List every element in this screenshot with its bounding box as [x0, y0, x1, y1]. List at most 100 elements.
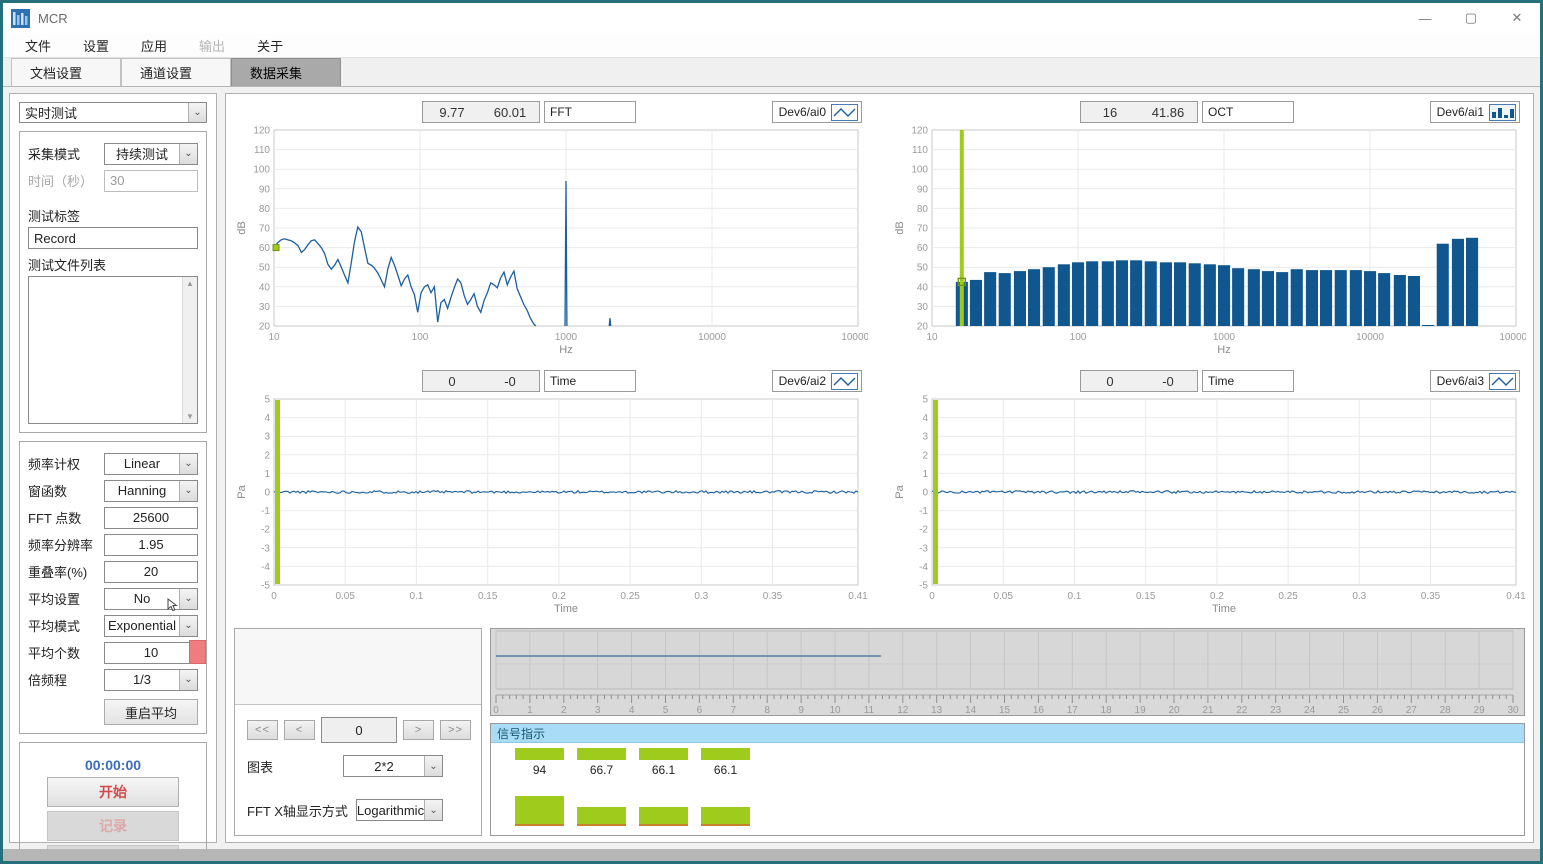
svg-text:0.41: 0.41: [1506, 591, 1526, 602]
scroll-down-icon[interactable]: ▼: [186, 412, 194, 421]
param-select[interactable]: Exponential⌄: [104, 615, 198, 637]
chevron-down-icon[interactable]: ⌄: [424, 800, 442, 820]
acq-mode-select[interactable]: 持续测试 ⌄: [104, 143, 198, 165]
app-icon: [11, 9, 30, 28]
svg-text:20: 20: [259, 322, 271, 333]
chevron-down-icon[interactable]: ⌄: [188, 103, 206, 122]
run-control-group: 00:00:00 开始 记录 停止: [19, 742, 207, 849]
file-list-scrollbar[interactable]: ▲▼: [182, 277, 197, 423]
param-select[interactable]: Linear⌄: [104, 453, 198, 475]
svg-text:-4: -4: [261, 562, 270, 573]
sidebar-panel: 实时测试 ⌄ 采集模式 持续测试 ⌄ 时间（秒） 30 测试标签 Record …: [9, 93, 217, 843]
signal-level-wrap: [577, 777, 626, 835]
test-type-select[interactable]: 实时测试 ⌄: [19, 102, 207, 123]
svg-text:30: 30: [1507, 705, 1519, 715]
chevron-down-icon[interactable]: ⌄: [179, 481, 197, 501]
record-button: 记录: [47, 811, 179, 841]
param-select[interactable]: 1/3⌄: [104, 669, 198, 691]
chevron-down-icon[interactable]: ⌄: [179, 589, 197, 609]
test-file-list[interactable]: ▲▼: [28, 276, 198, 424]
chart-plot-3[interactable]: -5-4-3-2-101234500.050.10.150.20.250.30.…: [234, 393, 868, 615]
line-chart-icon: [831, 104, 858, 121]
svg-text:0.35: 0.35: [763, 591, 783, 602]
chart-plot-2[interactable]: 2030405060708090100110120101001000100001…: [892, 124, 1526, 356]
menu-item-3[interactable]: 应用: [125, 33, 183, 58]
bar-chart-icon: [1489, 104, 1516, 121]
param-select[interactable]: No⌄: [104, 588, 198, 610]
test-label-input[interactable]: Record: [28, 227, 198, 249]
svg-text:50: 50: [259, 263, 271, 274]
chart-plot-1[interactable]: 2030405060708090100110120101001000100001…: [234, 124, 868, 356]
svg-text:6: 6: [697, 705, 703, 715]
svg-text:50: 50: [917, 263, 929, 274]
signal-value: 94: [515, 760, 564, 777]
cursor-y-value: -0: [1139, 371, 1197, 391]
menu-item-2[interactable]: 设置: [67, 33, 125, 58]
start-button[interactable]: 开始: [47, 777, 179, 807]
chevron-down-icon[interactable]: ⌄: [179, 144, 197, 164]
svg-text:12: 12: [897, 705, 909, 715]
param-input[interactable]: 20: [104, 561, 198, 583]
page-next-button[interactable]: >: [403, 720, 434, 740]
close-button[interactable]: ✕: [1494, 3, 1540, 33]
chevron-down-icon[interactable]: ⌄: [179, 616, 197, 636]
page-prev-button[interactable]: <: [284, 720, 315, 740]
fft-axis-select[interactable]: Logarithmic ⌄: [356, 799, 443, 821]
param-row-4: 频率分辨率1.95: [28, 531, 198, 558]
param-select[interactable]: Hanning⌄: [104, 480, 198, 502]
param-input[interactable]: 10: [104, 642, 198, 664]
tab-3[interactable]: 数据采集: [231, 58, 341, 86]
param-input[interactable]: 25600: [104, 507, 198, 529]
chevron-down-icon[interactable]: ⌄: [179, 454, 197, 474]
signal-value: 66.7: [577, 760, 626, 777]
svg-text:-1: -1: [919, 506, 928, 517]
cursor-x-value: 0: [1081, 371, 1139, 391]
restart-average-button[interactable]: 重启平均: [104, 699, 198, 725]
chart-layout-select[interactable]: 2*2 ⌄: [343, 755, 443, 777]
svg-text:1: 1: [264, 469, 270, 480]
menu-item-1[interactable]: 文件: [9, 33, 67, 58]
page-number-box[interactable]: 0: [321, 717, 397, 743]
svg-text:0.25: 0.25: [1278, 591, 1298, 602]
channel-selector[interactable]: Dev6/ai1: [1430, 101, 1520, 123]
param-value: 1/3: [105, 670, 179, 690]
param-label: 频率计权: [28, 454, 104, 473]
maximize-button[interactable]: ▢: [1448, 3, 1494, 33]
channel-selector[interactable]: Dev6/ai0: [772, 101, 862, 123]
svg-text:5: 5: [663, 705, 669, 715]
minimize-button[interactable]: —: [1402, 3, 1448, 33]
page-first-button[interactable]: <<: [247, 720, 278, 740]
signal-level-wrap: [701, 777, 750, 835]
chart-plot-4[interactable]: -5-4-3-2-101234500.050.10.150.20.250.30.…: [892, 393, 1526, 615]
timer-display: 00:00:00: [28, 757, 198, 773]
tab-2[interactable]: 通道设置: [121, 58, 231, 86]
svg-text:20: 20: [1168, 705, 1180, 715]
chart-name-input[interactable]: FFT: [544, 101, 636, 123]
svg-text:100000: 100000: [841, 332, 868, 343]
scroll-up-icon[interactable]: ▲: [186, 279, 194, 288]
svg-text:120: 120: [253, 126, 270, 137]
signal-top-bar: [577, 748, 626, 760]
channel-selector[interactable]: Dev6/ai3: [1430, 370, 1520, 392]
svg-text:100: 100: [253, 165, 270, 176]
cursor-readout: 1641.86: [1080, 101, 1198, 123]
chart-name-input[interactable]: OCT: [1202, 101, 1294, 123]
chart-name-input[interactable]: Time: [1202, 370, 1294, 392]
record-timeline[interactable]: 0123456789101112131415161718192021222324…: [490, 628, 1525, 716]
param-input[interactable]: 1.95: [104, 534, 198, 556]
svg-text:0.05: 0.05: [993, 591, 1013, 602]
line-chart-icon: [831, 373, 858, 390]
chart-header: 1641.86OCT Dev6/ai1: [892, 100, 1526, 124]
analysis-params-group: 频率计权Linear⌄窗函数Hanning⌄FFT 点数25600频率分辨率1.…: [19, 441, 207, 734]
svg-text:70: 70: [917, 224, 929, 235]
test-label-caption: 测试标签: [28, 206, 198, 225]
chart-name-input[interactable]: Time: [544, 370, 636, 392]
chevron-down-icon[interactable]: ⌄: [424, 756, 442, 776]
tab-1[interactable]: 文档设置: [11, 58, 121, 86]
svg-text:11: 11: [864, 705, 875, 715]
page-last-button[interactable]: >>: [440, 720, 471, 740]
chevron-down-icon[interactable]: ⌄: [179, 670, 197, 690]
channel-selector[interactable]: Dev6/ai2: [772, 370, 862, 392]
svg-text:1: 1: [527, 705, 533, 715]
menu-item-5[interactable]: 关于: [241, 33, 299, 58]
